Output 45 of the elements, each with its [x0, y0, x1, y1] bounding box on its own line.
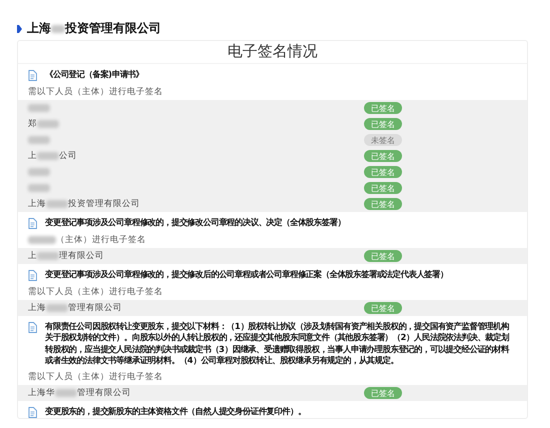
document-title: 变更股东的，提交新股东的主体资格文件（自然人提交身份证件复印件）。 — [45, 406, 307, 418]
document-icon — [28, 70, 37, 81]
signer-instruction: 需以下人员（主体）进行电子签名 — [27, 370, 164, 384]
status-badge: 已签名 — [364, 198, 402, 210]
document-title: 有限责任公司因股权转让变更股东，提交以下材料：（1）股权转让协议（涉及划转国有资产相关股权的，提交国有资产监督管理机构关于股权划转的文件）。向股东以外的人转让股权的，还应提交其他股东同意文件（其他股东签署）（2）人民法院依法判决、裁定划转股权的，应当提交人民法院的判决书或裁定书（3）因继承、受遗赠取得股权，当事人申请办理股东登记的，可以提交经公证的材料或者生效的法律文书等继承证明材料。（4）公司章程对股权转让、股权继承另有规定的，从其规定。 — [45, 321, 510, 366]
status-badge: 已签名 — [364, 182, 402, 194]
redaction-blur — [28, 168, 50, 176]
signer-name: 郑 — [28, 118, 59, 130]
document-title: 《公司登记（备案)申请书》 — [45, 69, 145, 80]
signer-name: 上海 投资管理有限公司 — [28, 198, 140, 210]
redaction-blur — [51, 24, 65, 32]
redaction-blur — [28, 104, 50, 112]
redaction-blur — [37, 252, 59, 260]
signer-name: 上海华 管理有限公司 — [28, 387, 131, 400]
redaction-blur — [37, 152, 59, 160]
signer-name: 上 理有限公司 — [28, 250, 104, 262]
document-title: 变更登记事项涉及公司章程修改的，提交修改后的公司章程或者公司章程修正案（全体股东签署或法定代表人签署） — [45, 269, 449, 280]
signer-instruction: 需以下人员（主体）进行电子签名 — [27, 86, 164, 99]
redaction-blur — [28, 136, 50, 144]
status-badge: 已签名 — [364, 118, 402, 130]
status-badge: 已签名 — [364, 250, 402, 262]
signer-name: 上 公司 — [28, 150, 77, 162]
status-badge: 已签名 — [364, 150, 402, 162]
document-icon — [28, 322, 37, 333]
status-badge: 已签名 — [364, 166, 402, 178]
signer-instruction: 需以下人员（主体）进行电子签名 — [27, 286, 164, 299]
company-name: 上海 投资管理有限公司 — [27, 20, 161, 37]
redaction-blur — [46, 304, 68, 312]
document-icon — [28, 218, 37, 229]
signer-name: 上海 管理有限公司 — [28, 302, 122, 314]
status-badge: 已签名 — [364, 302, 402, 314]
redaction-blur — [55, 389, 77, 398]
status-badge: 已签名 — [364, 387, 402, 400]
document-icon — [28, 407, 37, 418]
redaction-blur — [28, 184, 50, 192]
redaction-blur — [28, 236, 56, 244]
marker-icon — [17, 24, 22, 32]
signer-instruction: （主体）进行电子签名 — [18, 229, 527, 248]
status-badge: 已签名 — [364, 102, 402, 114]
document-title: 变更登记事项涉及公司章程修改的，提交修改公司章程的决议、决定（全体股东签署） — [45, 217, 346, 228]
document-icon — [28, 270, 37, 281]
card-title: 电子签名情况 — [18, 41, 527, 64]
status-badge: 未签名 — [364, 134, 402, 146]
redaction-blur — [37, 120, 59, 128]
redaction-blur — [46, 200, 68, 208]
